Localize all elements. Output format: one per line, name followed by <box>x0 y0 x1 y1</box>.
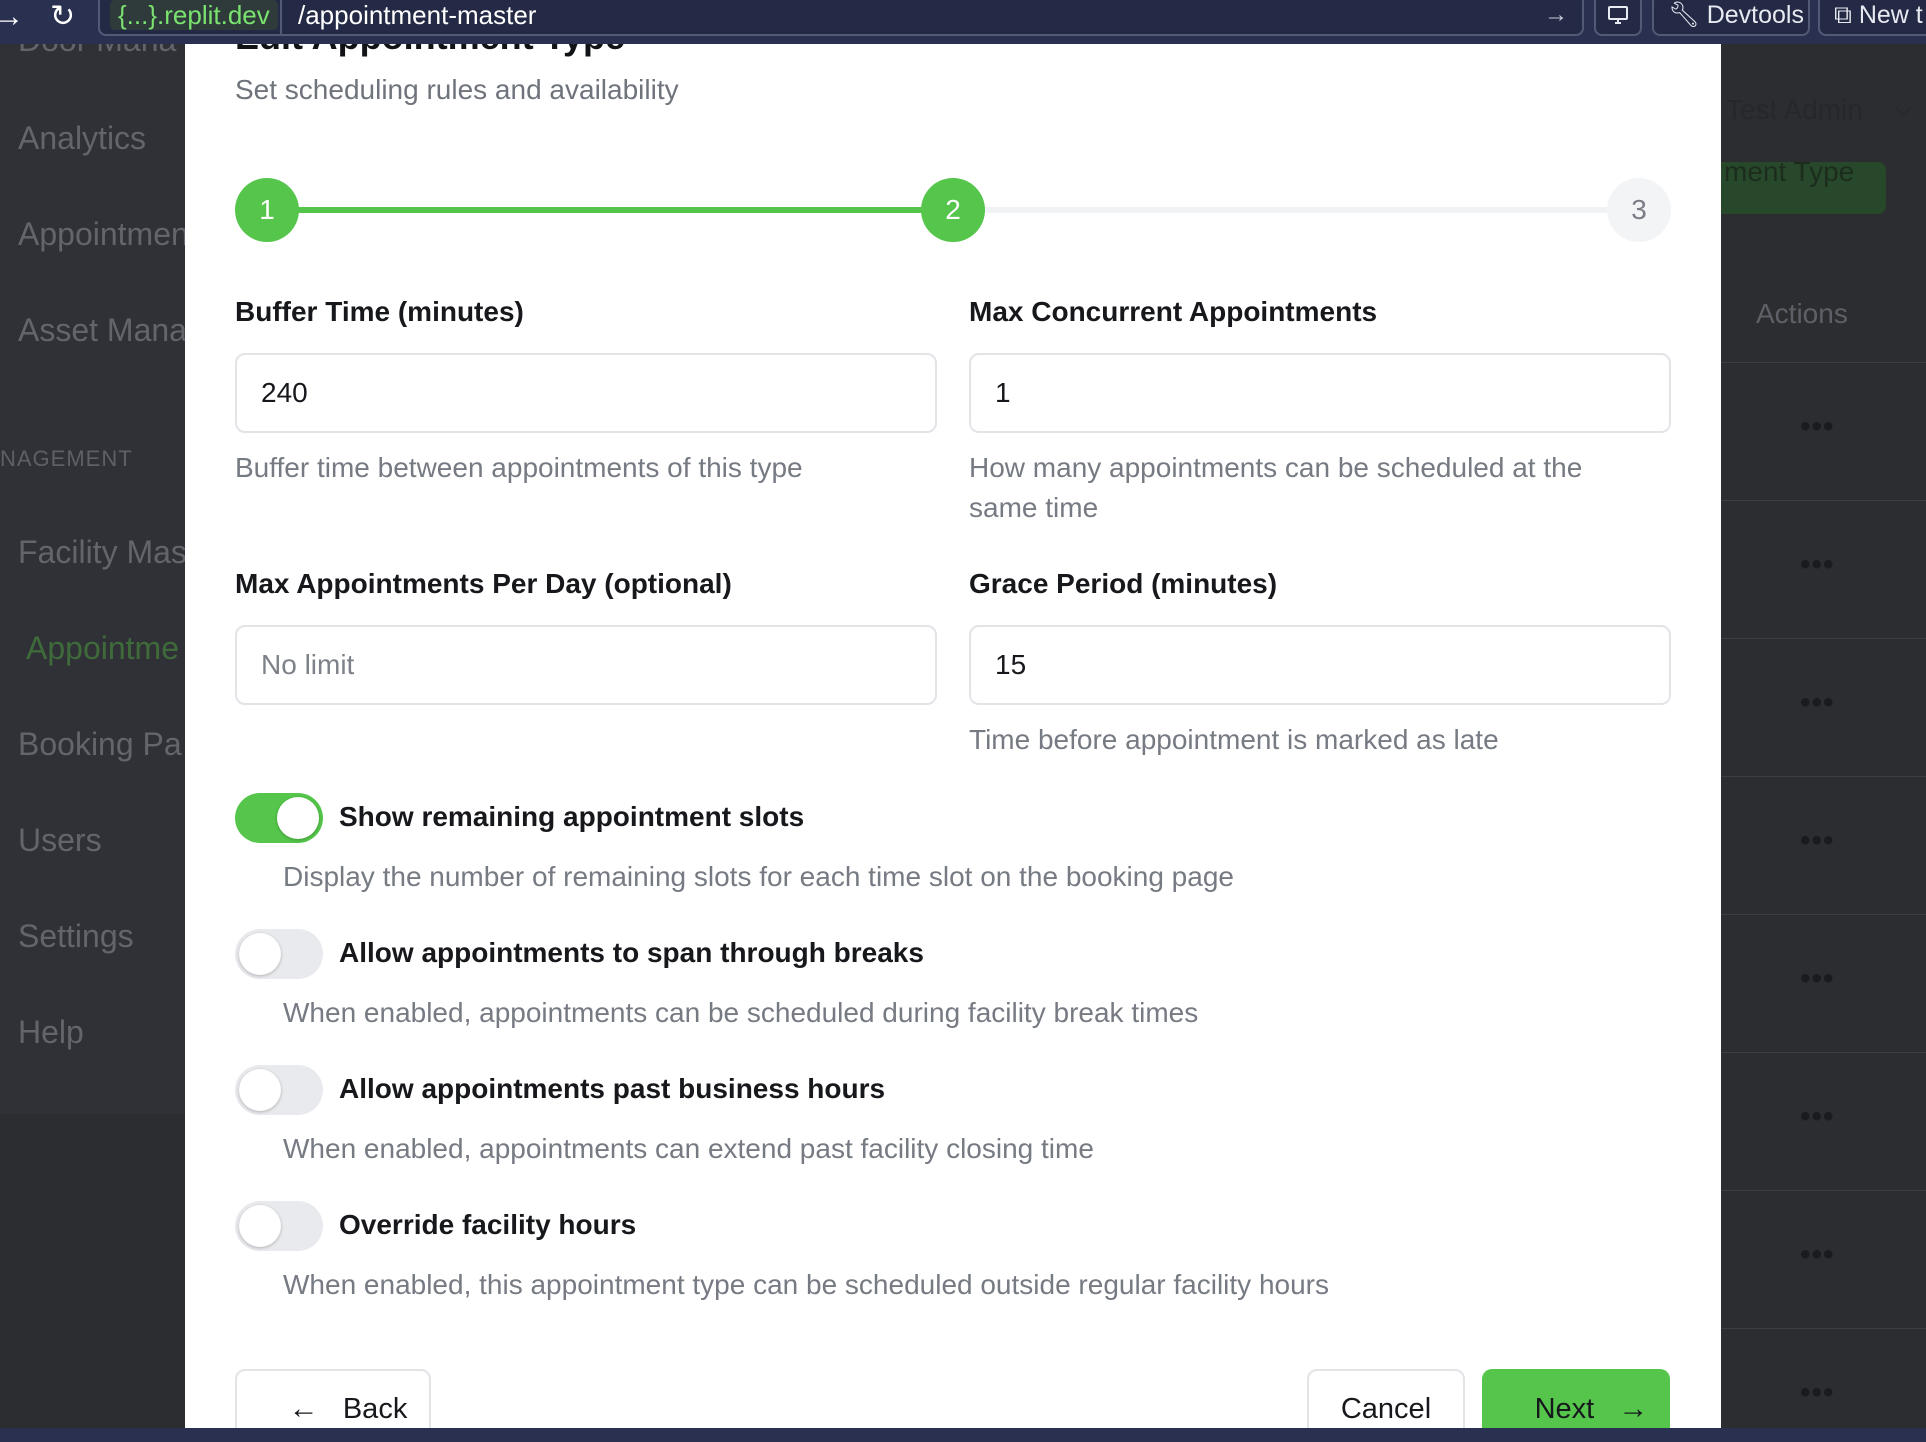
override-facility-hours-help: When enabled, this appointment type can … <box>283 1269 1329 1300</box>
table-row-divider <box>1720 638 1926 639</box>
arrow-left-icon: ← <box>288 1392 319 1425</box>
row-actions-menu-icon[interactable]: ••• <box>1800 962 1835 996</box>
devtools-label: Devtools <box>1706 1 1804 29</box>
table-row-divider <box>1720 362 1926 363</box>
past-business-hours-toggle[interactable] <box>235 1065 323 1115</box>
buffer-time-input[interactable] <box>235 353 937 433</box>
sidebar-item-appointments[interactable]: Appointmen <box>18 216 185 253</box>
row-actions-menu-icon[interactable]: ••• <box>1800 686 1835 720</box>
reload-icon[interactable]: ↻ <box>50 2 75 32</box>
url-bar[interactable]: {...}.replit.dev /appointment-master → <box>98 0 1584 36</box>
go-arrow-icon[interactable]: → <box>1544 0 1568 30</box>
create-button-label: ment Type <box>1724 162 1855 187</box>
arrow-right-icon: → <box>1618 1392 1649 1425</box>
row-actions-menu-icon[interactable]: ••• <box>1800 410 1835 444</box>
table-row-divider <box>1720 500 1926 501</box>
sidebar-item-facility-master[interactable]: Facility Mas <box>18 534 185 571</box>
table-row-divider <box>1720 776 1926 777</box>
show-remaining-slots-toggle[interactable] <box>235 793 323 843</box>
toggle-knob <box>239 933 281 975</box>
sidebar-item-settings[interactable]: Settings <box>18 918 134 955</box>
dialog-subtitle: Set scheduling rules and availability <box>235 74 679 105</box>
sidebar-item-door-management[interactable]: Door Mana <box>18 44 176 59</box>
sidebar-item-users[interactable]: Users <box>18 822 102 859</box>
max-concurrent-help: How many appointments can be scheduled a… <box>969 452 1583 523</box>
back-label: Back <box>342 1393 408 1425</box>
row-actions-menu-icon[interactable]: ••• <box>1800 1376 1835 1410</box>
row-actions-menu-icon[interactable]: ••• <box>1800 548 1835 582</box>
url-path: /appointment-master <box>298 0 537 30</box>
table-row-divider <box>1720 1052 1926 1053</box>
past-business-hours-help: When enabled, appointments can extend pa… <box>283 1133 1094 1164</box>
back-button[interactable]: ← Back <box>235 1369 431 1428</box>
create-appointment-type-button[interactable]: ment Type <box>1700 162 1886 214</box>
table-row-divider <box>1720 1328 1926 1329</box>
bottom-edge <box>0 1428 1926 1442</box>
sidebar-item-help[interactable]: Help <box>18 1014 84 1051</box>
cancel-label: Cancel <box>1340 1393 1432 1425</box>
show-remaining-slots-help: Display the number of remaining slots fo… <box>283 861 1234 892</box>
step-2: 2 <box>921 178 985 242</box>
grace-period-label: Grace Period (minutes) <box>969 568 1278 599</box>
sidebar-item-booking-pages[interactable]: Booking Pa <box>18 726 182 763</box>
wrench-icon: 🔧︎ <box>1668 1 1700 29</box>
chevron-down-icon[interactable]: ⌵ <box>1894 94 1912 122</box>
span-breaks-help: When enabled, appointments can be schedu… <box>283 997 1199 1028</box>
grace-period-input[interactable] <box>969 625 1671 705</box>
toggle-knob <box>239 1205 281 1247</box>
sidebar-item-analytics[interactable]: Analytics <box>18 120 146 157</box>
devtools-button[interactable]: 🔧︎ Devtools <box>1652 0 1810 36</box>
span-breaks-toggle[interactable] <box>235 929 323 979</box>
url-domain: {...}.replit.dev <box>110 0 278 30</box>
stepper-progress <box>266 207 944 213</box>
buffer-time-label: Buffer Time (minutes) <box>235 296 524 327</box>
max-concurrent-label: Max Concurrent Appointments <box>969 296 1378 327</box>
user-menu-name[interactable]: Test Admin <box>1726 94 1863 126</box>
step-3: 3 <box>1607 178 1671 242</box>
next-button[interactable]: Next → <box>1482 1369 1670 1428</box>
toggle-knob <box>277 797 319 839</box>
row-actions-menu-icon[interactable]: ••• <box>1800 1238 1835 1272</box>
sidebar-item-appointment-master[interactable]: Appointme <box>26 630 179 667</box>
max-concurrent-input[interactable] <box>969 353 1671 433</box>
table-actions-header: Actions <box>1756 298 1848 329</box>
row-actions-menu-icon[interactable]: ••• <box>1800 1100 1835 1134</box>
grace-period-help: Time before appointment is marked as lat… <box>969 724 1499 755</box>
table-row-divider <box>1720 914 1926 915</box>
edit-appointment-type-dialog: Edit Appointment Type Set scheduling rul… <box>185 44 1721 1428</box>
dialog-title: Edit Appointment Type <box>235 44 625 58</box>
toggle-knob <box>239 1069 281 1111</box>
browser-toolbar: → ↻ {...}.replit.dev /appointment-master… <box>0 0 1926 44</box>
max-per-day-input[interactable] <box>235 625 937 705</box>
sidebar-section-management: NAGEMENT <box>0 446 133 471</box>
external-link-icon: ⧉ <box>1834 1 1852 29</box>
url-divider <box>280 0 282 34</box>
background-sidebar: Door Mana Analytics Appointmen Asset Man… <box>0 44 186 1114</box>
override-facility-hours-toggle[interactable] <box>235 1201 323 1251</box>
show-remaining-slots-label: Show remaining appointment slots <box>339 801 805 832</box>
sidebar-item-asset-management[interactable]: Asset Mana <box>18 312 185 349</box>
past-business-hours-label: Allow appointments past business hours <box>339 1073 886 1104</box>
forward-arrow-icon[interactable]: → <box>0 2 24 32</box>
next-label: Next <box>1534 1393 1595 1425</box>
max-per-day-label: Max Appointments Per Day (optional) <box>235 568 732 599</box>
row-actions-menu-icon[interactable]: ••• <box>1800 824 1835 858</box>
table-row-divider <box>1720 1190 1926 1191</box>
step-1: 1 <box>235 178 299 242</box>
buffer-time-help: Buffer time between appointments of this… <box>235 452 803 483</box>
new-tab-label: New t <box>1858 1 1923 29</box>
cancel-button[interactable]: Cancel <box>1307 1369 1465 1428</box>
new-tab-button[interactable]: ⧉ New t <box>1818 0 1926 36</box>
span-breaks-label: Allow appointments to span through break… <box>339 937 924 968</box>
override-facility-hours-label: Override facility hours <box>339 1209 637 1240</box>
monitor-icon[interactable] <box>1594 0 1642 36</box>
